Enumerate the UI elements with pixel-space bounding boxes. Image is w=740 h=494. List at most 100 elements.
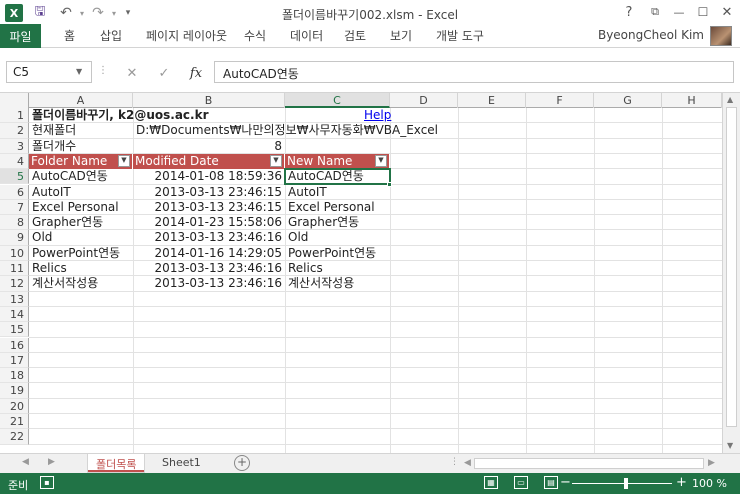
- scroll-up-icon[interactable]: ▲: [727, 95, 733, 104]
- column-header-g[interactable]: G: [594, 93, 662, 108]
- table-cell[interactable]: Grapher연동: [30, 215, 103, 230]
- table-cell[interactable]: 2014-01-23 15:58:06: [133, 215, 285, 230]
- column-header-e[interactable]: E: [458, 93, 526, 108]
- close-button[interactable]: ✕: [716, 2, 738, 22]
- cell-a1[interactable]: 폴더이름바꾸기, k2@uos.ac.kr: [30, 108, 209, 123]
- tab-view[interactable]: 보기: [390, 27, 412, 44]
- cell-a2[interactable]: 현재폴더: [30, 123, 76, 138]
- zoom-in-icon[interactable]: +: [676, 475, 687, 490]
- row-header[interactable]: 17: [0, 352, 29, 369]
- vertical-scrollbar[interactable]: ▲ ▼: [722, 93, 740, 453]
- cell-a3[interactable]: 폴더개수: [30, 139, 76, 154]
- table-cell[interactable]: 2013-03-13 23:46:15: [133, 185, 285, 200]
- sheet-next-icon[interactable]: ▶: [48, 457, 55, 467]
- table-cell[interactable]: 계산서작성용: [286, 276, 354, 291]
- tab-file[interactable]: 파일: [0, 24, 41, 48]
- table-cell[interactable]: Grapher연동: [286, 215, 359, 230]
- tab-data[interactable]: 데이터: [290, 27, 323, 44]
- column-header-h[interactable]: H: [662, 93, 722, 108]
- row-header[interactable]: 20: [0, 398, 29, 414]
- row-header[interactable]: 19: [0, 383, 29, 399]
- row-header[interactable]: 18: [0, 368, 29, 384]
- drag-handle-icon[interactable]: ⋮: [450, 457, 459, 467]
- normal-view-icon[interactable]: ▦: [484, 476, 498, 489]
- table-cell[interactable]: AutoCAD연동: [30, 169, 108, 184]
- fill-handle[interactable]: [387, 182, 392, 187]
- row-header[interactable]: 10: [0, 245, 29, 261]
- tab-page-layout[interactable]: 페이지 레이아웃: [146, 27, 227, 44]
- row-header[interactable]: 2: [0, 123, 29, 139]
- table-cell[interactable]: 2014-01-08 18:59:36: [133, 169, 285, 184]
- sheet-tab-folder-list[interactable]: 폴더목록: [88, 454, 145, 472]
- table-cell[interactable]: Old: [286, 230, 308, 245]
- sheet-prev-icon[interactable]: ◀: [22, 457, 29, 467]
- zoom-out-icon[interactable]: −: [560, 475, 571, 490]
- row-header[interactable]: 4: [0, 153, 29, 170]
- column-header-f[interactable]: F: [526, 93, 594, 108]
- table-cell[interactable]: AutoIT: [286, 185, 327, 200]
- row-header[interactable]: 16: [0, 337, 29, 353]
- add-sheet-icon[interactable]: +: [234, 455, 250, 471]
- table-cell[interactable]: PowerPoint연동: [30, 246, 120, 261]
- horizontal-scrollbar[interactable]: ◀ ▶: [462, 457, 720, 470]
- table-cell[interactable]: 2013-03-13 23:46:16: [133, 230, 285, 245]
- table-cell[interactable]: Excel Personal: [286, 200, 375, 215]
- user-name[interactable]: ByeongCheol Kim: [598, 28, 704, 42]
- macro-record-icon[interactable]: ▪: [40, 476, 54, 489]
- select-all-corner[interactable]: [0, 93, 29, 108]
- scroll-right-icon[interactable]: ▶: [708, 458, 715, 468]
- column-header-b[interactable]: B: [133, 93, 285, 108]
- cell-b3[interactable]: 8: [133, 139, 285, 154]
- column-header-d[interactable]: D: [390, 93, 458, 108]
- row-header[interactable]: 7: [0, 199, 29, 216]
- maximize-button[interactable]: ☐: [692, 2, 714, 22]
- help-link[interactable]: Help: [362, 108, 391, 123]
- page-break-view-icon[interactable]: ▤: [544, 476, 558, 489]
- column-header-c[interactable]: C: [285, 93, 390, 108]
- row-header[interactable]: 22: [0, 429, 29, 445]
- sheet-tab-sheet1[interactable]: Sheet1: [154, 454, 209, 472]
- header-folder-name[interactable]: Folder Name ▼: [29, 153, 133, 169]
- table-cell[interactable]: AutoIT: [30, 185, 71, 200]
- header-modified-date[interactable]: Modified Date ▼: [133, 153, 285, 169]
- horizontal-scroll-thumb[interactable]: [474, 458, 704, 469]
- row-header[interactable]: 6: [0, 184, 29, 200]
- table-cell[interactable]: 계산서작성용: [30, 276, 98, 291]
- row-header[interactable]: 1: [0, 108, 29, 124]
- header-new-name[interactable]: New Name ▼: [285, 153, 390, 169]
- filter-dropdown-icon[interactable]: ▼: [118, 154, 130, 167]
- row-header[interactable]: 13: [0, 291, 29, 307]
- chevron-down-icon[interactable]: ▼: [76, 67, 82, 76]
- tab-developer[interactable]: 개발 도구: [436, 27, 484, 44]
- table-cell[interactable]: 2014-01-16 14:29:05: [133, 246, 285, 261]
- column-header-a[interactable]: A: [29, 93, 133, 108]
- cancel-icon[interactable]: ✕: [122, 63, 142, 83]
- row-header[interactable]: 11: [0, 261, 29, 277]
- row-header[interactable]: 12: [0, 276, 29, 292]
- row-header[interactable]: 15: [0, 322, 29, 338]
- tab-formulas[interactable]: 수식: [244, 27, 266, 44]
- tab-review[interactable]: 검토: [344, 27, 366, 44]
- zoom-level[interactable]: 100 %: [692, 477, 727, 490]
- help-button[interactable]: ?: [618, 2, 640, 22]
- cell-b2[interactable]: D:₩Documents₩나만의정보₩사무자동화₩VBA_Excel: [134, 123, 438, 138]
- table-cell[interactable]: Relics: [286, 261, 323, 276]
- row-header[interactable]: 3: [0, 138, 29, 154]
- table-cell[interactable]: 2013-03-13 23:46:16: [133, 276, 285, 291]
- table-cell[interactable]: 2013-03-13 23:46:15: [133, 200, 285, 215]
- zoom-slider-track[interactable]: [572, 483, 672, 484]
- row-header[interactable]: 9: [0, 230, 29, 246]
- minimize-button[interactable]: —: [668, 2, 690, 22]
- table-cell[interactable]: Excel Personal: [30, 200, 119, 215]
- filter-dropdown-icon[interactable]: ▼: [375, 154, 387, 167]
- avatar[interactable]: [710, 26, 732, 46]
- table-cell[interactable]: Old: [30, 230, 52, 245]
- table-cell[interactable]: PowerPoint연동: [286, 246, 376, 261]
- table-cell[interactable]: 2013-03-13 23:46:16: [133, 261, 285, 276]
- drag-handle-icon[interactable]: ⋮: [98, 65, 108, 76]
- zoom-slider-thumb[interactable]: [624, 478, 628, 489]
- row-header[interactable]: 14: [0, 306, 29, 323]
- row-header[interactable]: 8: [0, 215, 29, 231]
- row-header[interactable]: 21: [0, 414, 29, 430]
- ribbon-display-button[interactable]: ⧉: [644, 2, 666, 22]
